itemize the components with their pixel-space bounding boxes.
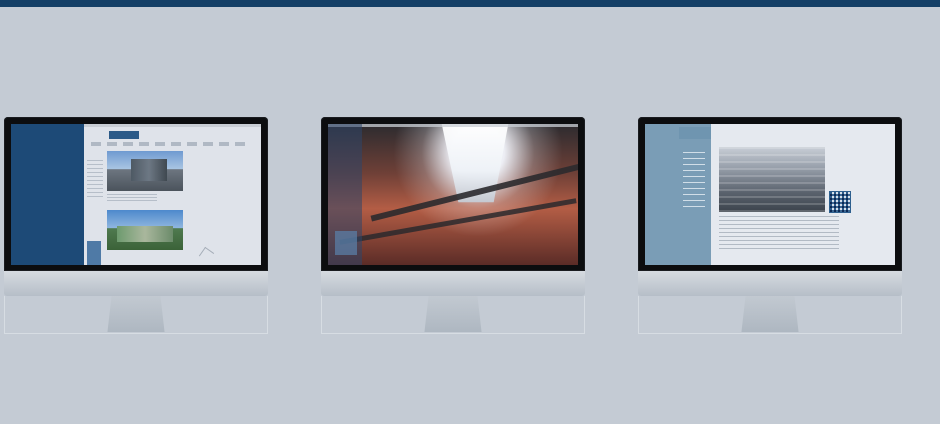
qr-code-icon bbox=[829, 191, 851, 213]
top-accent-bar bbox=[0, 0, 940, 7]
building-photo-1 bbox=[107, 151, 183, 191]
site-logo bbox=[109, 131, 139, 139]
website-screenshot-3 bbox=[645, 124, 895, 265]
blue-sidebar bbox=[11, 124, 84, 265]
website-screenshot-2 bbox=[328, 124, 578, 265]
caption-text bbox=[107, 194, 157, 202]
blue-panel bbox=[87, 241, 101, 265]
monitor-chin bbox=[321, 271, 585, 296]
monitor-stand bbox=[741, 296, 799, 332]
arrow-icon bbox=[198, 246, 215, 263]
blue-box bbox=[335, 231, 357, 255]
left-column-links bbox=[87, 160, 103, 200]
monitor-chin bbox=[4, 271, 268, 296]
website-screenshot-1 bbox=[11, 124, 261, 265]
industrial-photo bbox=[719, 147, 825, 212]
body-text bbox=[719, 216, 839, 252]
monitor-1[interactable] bbox=[4, 117, 268, 334]
monitor-chin bbox=[638, 271, 902, 296]
site-navigation bbox=[91, 142, 251, 146]
building-photo-2 bbox=[107, 210, 183, 250]
sidebar-navigation bbox=[683, 152, 705, 212]
monitor-3[interactable] bbox=[638, 117, 902, 334]
monitor-2[interactable] bbox=[321, 117, 585, 334]
monitor-stand bbox=[424, 296, 482, 332]
browser-toolbar bbox=[328, 124, 578, 127]
monitor-stand bbox=[107, 296, 165, 332]
monitor-bezel bbox=[321, 117, 585, 271]
site-header-block bbox=[679, 127, 711, 139]
monitor-bezel bbox=[638, 117, 902, 271]
monitor-bezel bbox=[4, 117, 268, 271]
